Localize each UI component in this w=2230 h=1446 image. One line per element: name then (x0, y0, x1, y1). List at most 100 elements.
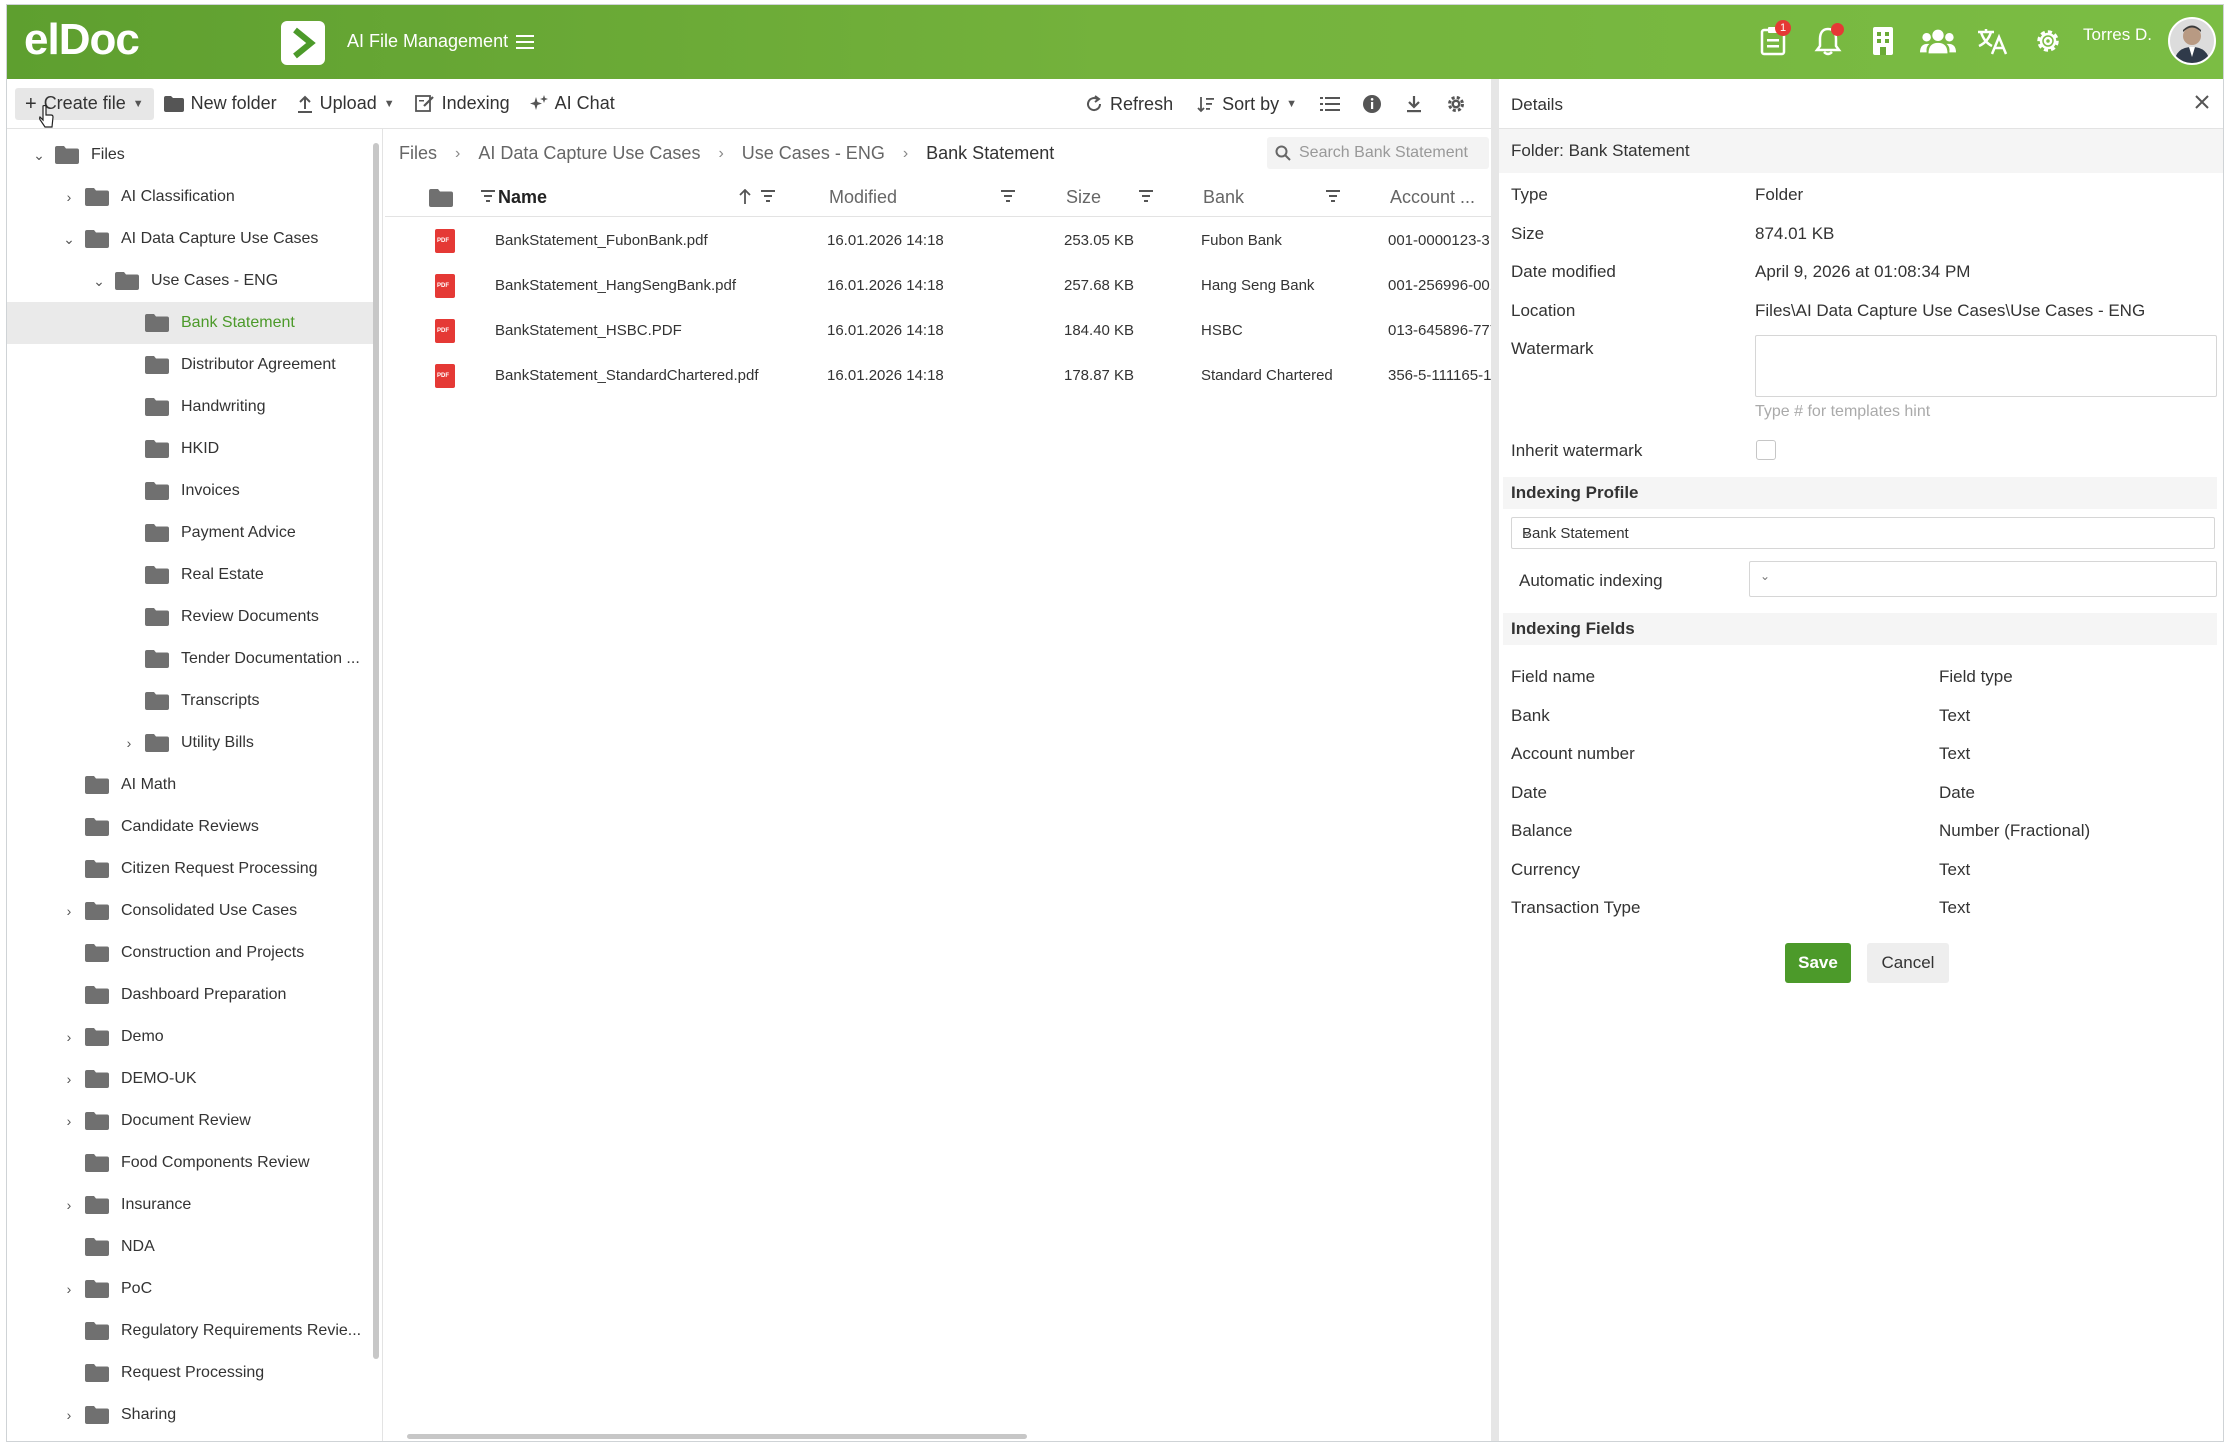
app-title[interactable]: AI File Management (347, 31, 535, 52)
table-row[interactable]: BankStatement_StandardChartered.pdf 16.0… (385, 354, 1491, 399)
ai-chat-button[interactable]: AI Chat (520, 88, 625, 120)
chevron-right-icon[interactable]: › (119, 735, 139, 751)
tree-item-payment-advice[interactable]: Payment Advice (7, 512, 373, 554)
indexing-button[interactable]: Indexing (405, 88, 520, 120)
automatic-indexing-select[interactable]: ⌄ (1749, 561, 2217, 597)
chevron-right-icon[interactable]: › (59, 1197, 79, 1213)
list-view-button[interactable] (1311, 88, 1349, 120)
nav-toggle-button[interactable] (281, 21, 325, 65)
tree-item-demo-uk[interactable]: › DEMO-UK (7, 1058, 373, 1100)
horizontal-scrollbar[interactable] (403, 1434, 1483, 1440)
prop-size-label: Size (1511, 224, 1545, 243)
tree-item-use-cases-eng[interactable]: ⌄ Use Cases - ENG (7, 260, 373, 302)
chevron-right-icon[interactable]: › (59, 1407, 79, 1423)
tree-item-dashboard-preparation[interactable]: Dashboard Preparation (7, 974, 373, 1016)
chevron-right-icon[interactable]: › (59, 1071, 79, 1087)
panel-splitter[interactable] (1491, 79, 1499, 1441)
refresh-button[interactable]: Refresh (1075, 88, 1183, 120)
prop-type-label: Type (1511, 185, 1548, 204)
filter-icon[interactable] (481, 189, 495, 203)
sidebar-scrollbar[interactable] (373, 143, 379, 1359)
chevron-right-icon[interactable]: › (59, 903, 79, 919)
organization-button[interactable] (1865, 23, 1901, 59)
tree-item-construction[interactable]: Construction and Projects (7, 932, 373, 974)
breadcrumb-files[interactable]: Files (399, 143, 437, 164)
indexing-profile-select[interactable]: Bank Statement ⌄ (1511, 517, 2215, 549)
upload-label: Upload (319, 93, 377, 113)
tree-item-utility-bills[interactable]: › Utility Bills (7, 722, 373, 764)
column-account[interactable]: Account ... (1390, 187, 1475, 208)
save-button[interactable]: Save (1785, 943, 1851, 983)
tree-item-transcripts[interactable]: Transcripts (7, 680, 373, 722)
users-button[interactable] (1920, 23, 1956, 59)
view-settings-button[interactable] (1437, 88, 1475, 120)
column-modified[interactable]: Modified (829, 187, 897, 208)
chevron-down-icon[interactable]: ⌄ (89, 273, 109, 290)
filter-icon[interactable] (1001, 189, 1015, 203)
tree-item-poc[interactable]: › PoC (7, 1268, 373, 1310)
chevron-down-icon[interactable]: ⌄ (29, 147, 49, 164)
create-file-button[interactable]: + Create file ▼ (15, 87, 154, 120)
column-name[interactable]: Name (498, 187, 547, 208)
chevron-right-icon[interactable]: › (59, 1113, 79, 1129)
chevron-right-icon[interactable]: › (59, 1029, 79, 1045)
tree-item-sharing[interactable]: › Sharing (7, 1394, 373, 1436)
upload-button[interactable]: Upload ▼ (287, 88, 405, 120)
chevron-right-icon: › (455, 144, 461, 162)
tree-item-regulatory-requirements[interactable]: Regulatory Requirements Revie... (7, 1310, 373, 1352)
tree-item-insurance[interactable]: › Insurance (7, 1184, 373, 1226)
tree-item-handwriting[interactable]: Handwriting (7, 386, 373, 428)
tree-item-consolidated-use-cases[interactable]: › Consolidated Use Cases (7, 890, 373, 932)
tree-item-ai-classification[interactable]: › AI Classification (7, 176, 373, 218)
search-input[interactable]: Search Bank Statement (1267, 137, 1489, 169)
user-name[interactable]: Torres D. (2083, 25, 2152, 45)
tree-item-candidate-reviews[interactable]: Candidate Reviews (7, 806, 373, 848)
tree-item-tender-documentation[interactable]: Tender Documentation ... (7, 638, 373, 680)
tasks-button[interactable]: 1 (1755, 20, 1791, 59)
sort-ascending-icon[interactable] (739, 189, 751, 205)
tree-item-document-review[interactable]: › Document Review (7, 1100, 373, 1142)
tree-item-hkid[interactable]: HKID (7, 428, 373, 470)
tree-item-demo[interactable]: › Demo (7, 1016, 373, 1058)
chevron-right-icon[interactable]: › (59, 189, 79, 205)
filter-icon[interactable] (1139, 189, 1153, 203)
tree-item-ai-data-capture[interactable]: ⌄ AI Data Capture Use Cases (7, 218, 373, 260)
breadcrumb-ai-data-capture[interactable]: AI Data Capture Use Cases (478, 143, 700, 164)
table-row[interactable]: BankStatement_FubonBank.pdf 16.01.2026 1… (385, 219, 1491, 264)
language-button[interactable] (1975, 23, 2011, 59)
sparkle-icon (529, 94, 548, 110)
chevron-right-icon[interactable]: › (59, 1281, 79, 1297)
cancel-button[interactable]: Cancel (1867, 943, 1949, 983)
tree-item-distributor-agreement[interactable]: Distributor Agreement (7, 344, 373, 386)
users-icon (1920, 29, 1956, 54)
close-icon[interactable] (2193, 93, 2211, 111)
notifications-button[interactable] (1810, 23, 1846, 59)
filter-icon[interactable] (1326, 189, 1340, 203)
column-size[interactable]: Size (1066, 187, 1101, 208)
table-row[interactable]: BankStatement_HangSengBank.pdf 16.01.202… (385, 264, 1498, 309)
settings-button[interactable] (2030, 23, 2066, 59)
sort-by-button[interactable]: Sort by ▼ (1187, 88, 1307, 120)
info-button[interactable] (1353, 88, 1391, 120)
tree-item-review-documents[interactable]: Review Documents (7, 596, 373, 638)
watermark-textarea[interactable] (1755, 335, 2217, 397)
avatar[interactable] (2168, 17, 2216, 65)
tree-item-food-components[interactable]: Food Components Review (7, 1142, 373, 1184)
tree-item-citizen-request[interactable]: Citizen Request Processing (7, 848, 373, 890)
tree-item-bank-statement[interactable]: Bank Statement (7, 302, 373, 344)
tree-item-real-estate[interactable]: Real Estate (7, 554, 373, 596)
tree-root-files[interactable]: ⌄ Files (7, 134, 373, 176)
breadcrumb-use-cases-eng[interactable]: Use Cases - ENG (742, 143, 885, 164)
tree-item-request-processing[interactable]: Request Processing (7, 1352, 373, 1394)
inherit-watermark-checkbox[interactable] (1756, 440, 1776, 460)
tree-item-nda[interactable]: NDA (7, 1226, 373, 1268)
filter-icon[interactable] (761, 189, 775, 203)
tree-item-ai-math[interactable]: AI Math (7, 764, 373, 806)
download-button[interactable] (1395, 88, 1433, 120)
tree-item-invoices[interactable]: Invoices (7, 470, 373, 512)
scrollbar-thumb[interactable] (407, 1434, 1027, 1439)
table-row[interactable]: BankStatement_HSBC.PDF 16.01.2026 14:18 … (385, 309, 1498, 354)
chevron-down-icon[interactable]: ⌄ (59, 231, 79, 248)
new-folder-button[interactable]: New folder (154, 88, 287, 120)
column-bank[interactable]: Bank (1203, 187, 1244, 208)
